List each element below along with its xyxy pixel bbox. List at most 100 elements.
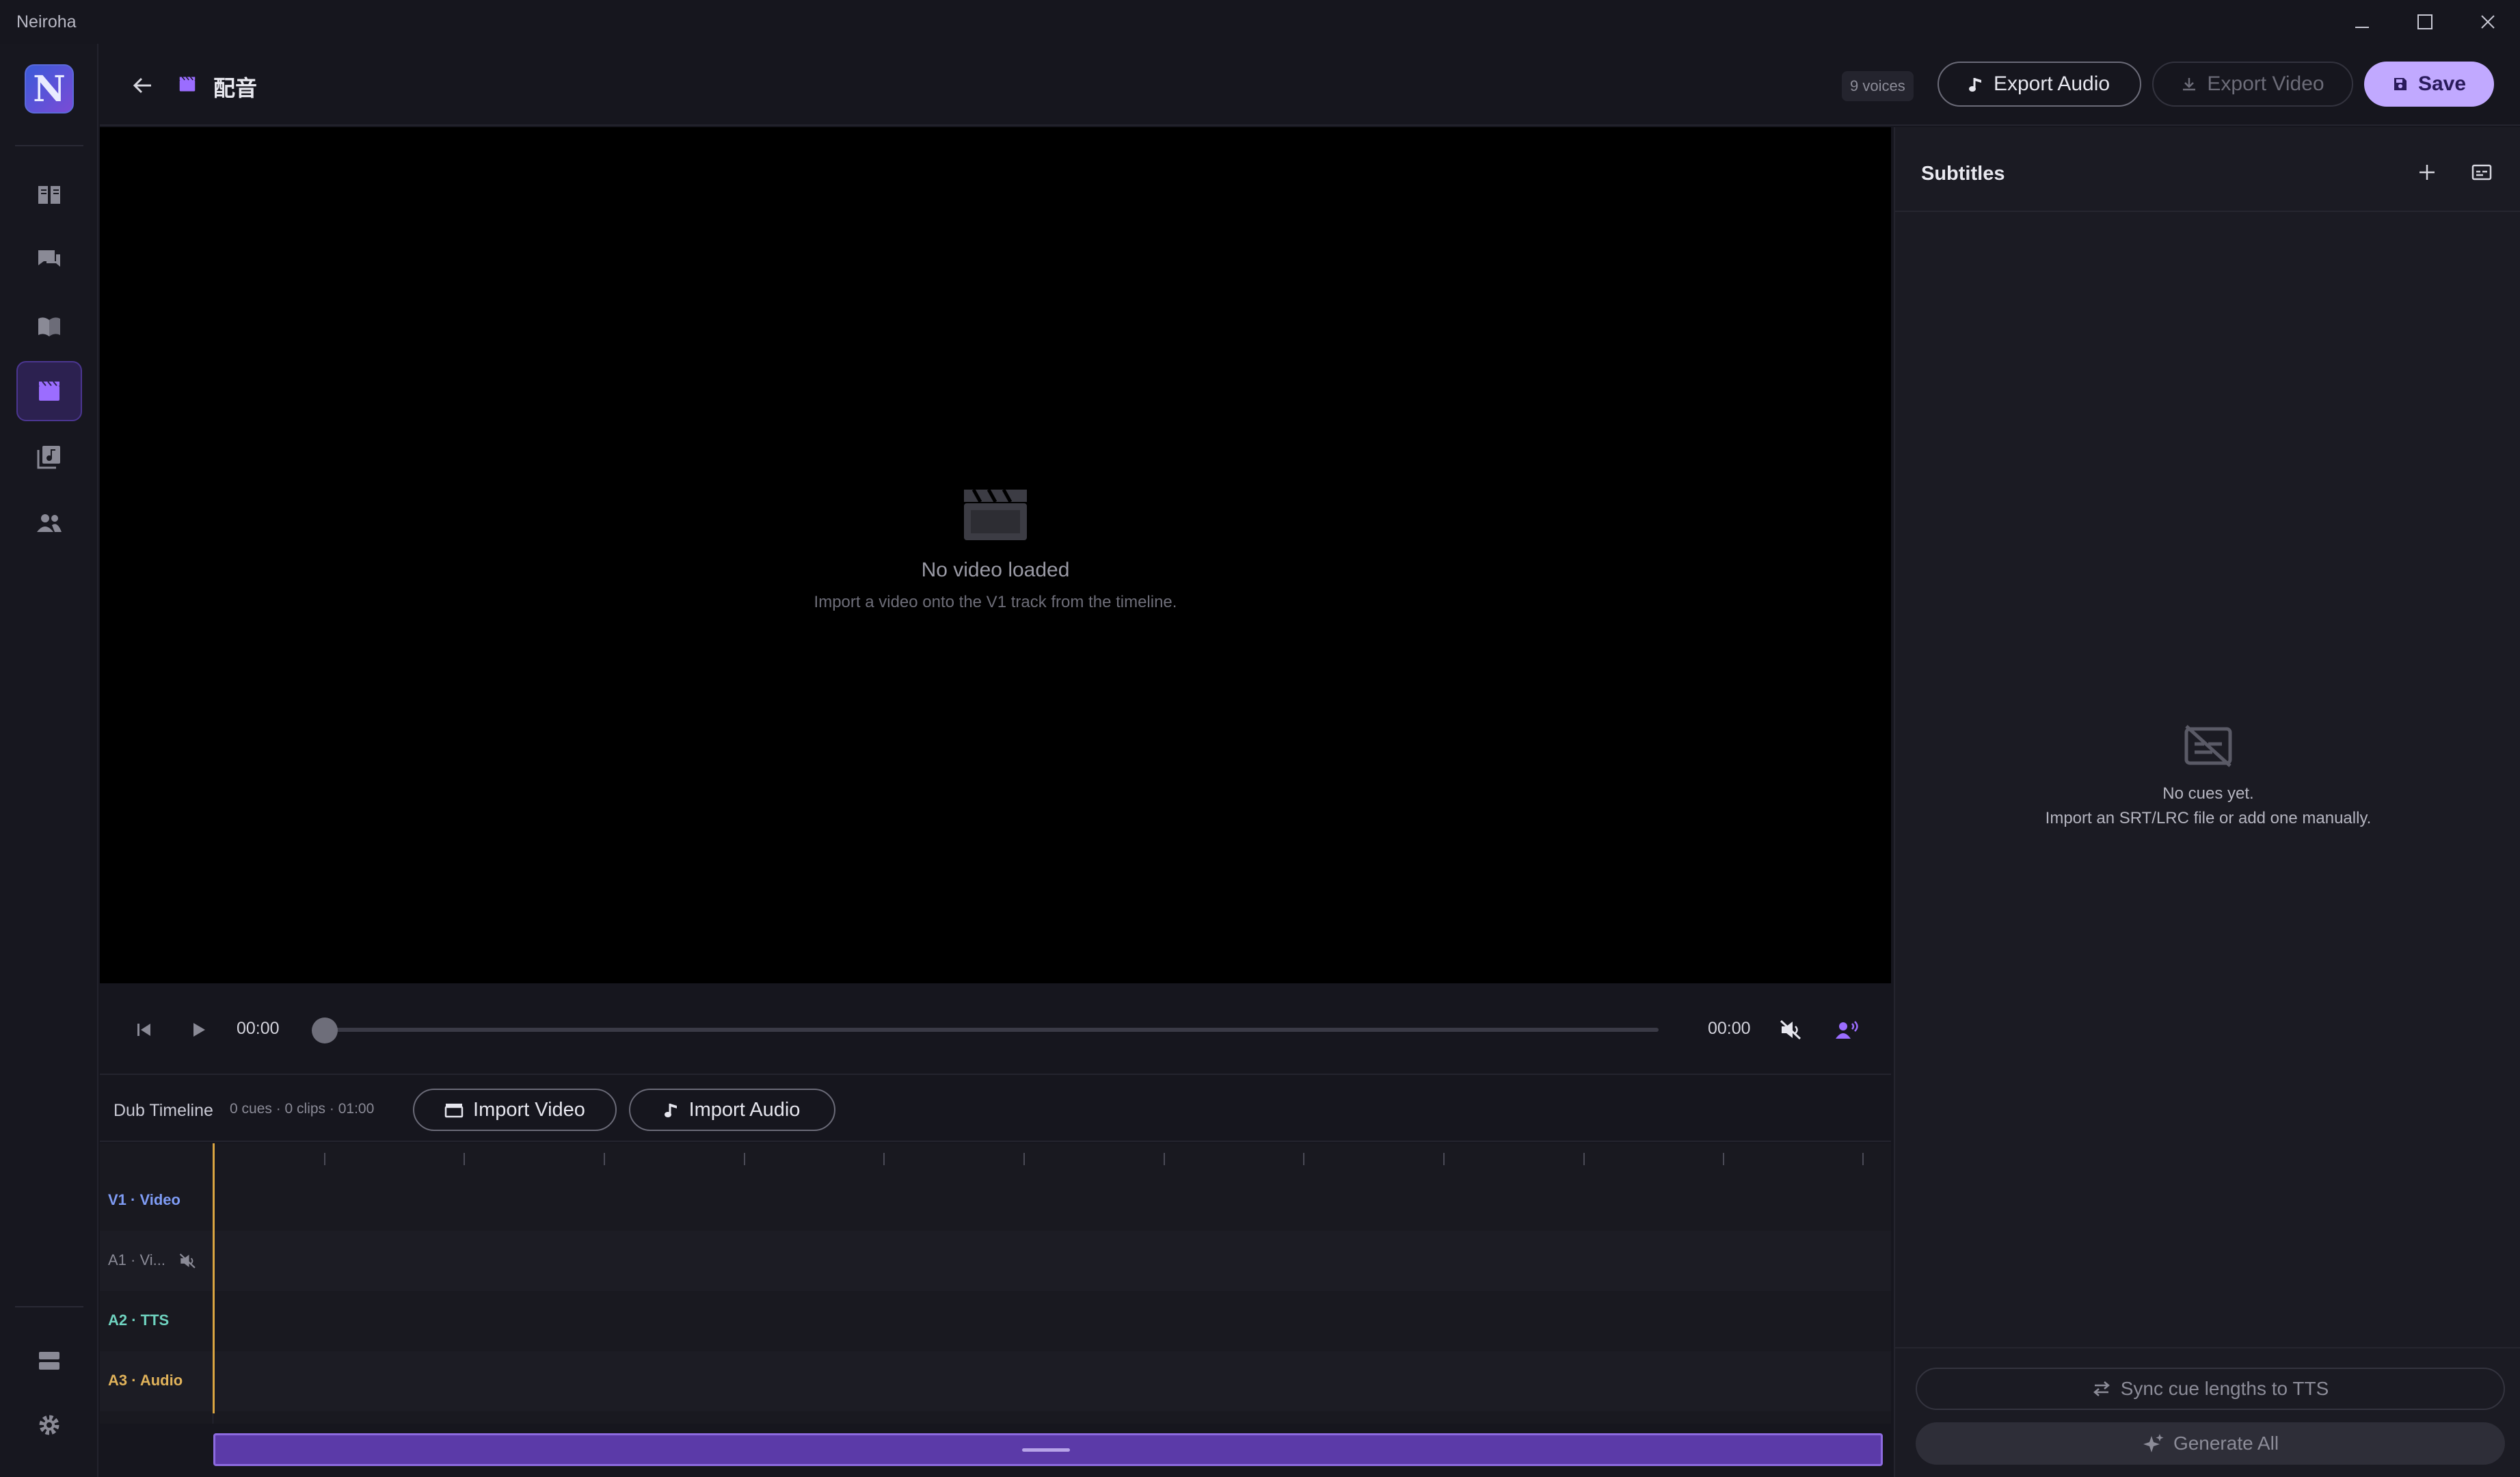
track-a2[interactable]: A2 · TTS [100,1291,1891,1351]
open-book-icon [38,317,60,336]
gear-icon [39,1415,59,1435]
sparkle-icon [2143,1434,2164,1452]
timeline-title: Dub Timeline [113,1101,213,1120]
track-a1[interactable]: A1 · Vi... [100,1231,1891,1291]
music-note-icon [664,1104,677,1117]
clapperboard-icon [39,381,59,401]
play-icon [193,1023,205,1037]
ruler-tick [1862,1153,1864,1165]
skip-to-start-button[interactable] [129,1015,159,1045]
ruler-tick [1443,1153,1445,1165]
seek-knob[interactable] [312,1017,338,1043]
subtitles-title: Subtitles [1921,163,2005,185]
ruler-tick [1164,1153,1165,1165]
clapperboard-outline-icon [964,488,1027,540]
music-note-icon [1968,78,1981,92]
ruler-tick [883,1153,885,1165]
play-button[interactable] [183,1015,213,1045]
add-cue-button[interactable] [2413,159,2441,186]
seek-bar[interactable] [325,1028,1659,1032]
save-icon [2394,78,2407,90]
maximize-button[interactable] [2401,5,2449,38]
chat-icon [38,250,60,267]
page-title: 配音 [213,75,258,101]
ruler-tick [324,1153,325,1165]
plus-icon [2420,165,2435,180]
scrollbar-grip[interactable] [1022,1448,1070,1452]
people-icon [37,514,62,532]
voice-over-icon [1836,1021,1858,1039]
minimize-icon [2355,27,2369,28]
timeline-tracks[interactable]: V1 · Video A1 · Vi... A2 · TTS A3 · Audi… [100,1143,1891,1466]
ruler-tick [1583,1153,1585,1165]
volume-off-icon [1780,1020,1801,1040]
import-subtitles-button[interactable] [2468,159,2495,186]
nav-item-settings[interactable] [16,1395,82,1455]
track-headers-divider [100,1143,213,1424]
track-v1[interactable]: V1 · Video [100,1171,1891,1231]
voice-toggle-button[interactable] [1832,1015,1862,1045]
timeline-meta: 0 cues · 0 clips · 01:00 [230,1101,375,1117]
close-window-button[interactable] [2464,5,2512,38]
no-video-hint: Import a video onto the V1 track from th… [814,593,1177,611]
ruler-tick [604,1153,605,1165]
music-library-icon [37,446,60,469]
current-time: 00:00 [237,1019,280,1038]
subtitles-off-icon [2184,725,2232,767]
no-cues-title: No cues yet. [2162,784,2254,803]
download-icon [2183,78,2196,91]
playhead[interactable] [213,1143,215,1413]
app-logo[interactable]: N [25,64,74,114]
timeline-ruler[interactable] [100,1143,1891,1171]
sync-cue-lengths-button[interactable]: Sync cue lengths to TTS [1916,1368,2505,1410]
nav-item-voices[interactable] [16,492,82,553]
book-icon [38,186,60,204]
clapperboard-icon [179,77,196,92]
save-button[interactable]: Save [2364,62,2494,107]
skip-back-icon [137,1024,150,1036]
title-bar: Neiroha [0,0,2520,44]
nav-item-stories[interactable] [16,295,82,356]
export-video-button[interactable]: Export Video [2152,62,2353,107]
ruler-tick [464,1153,465,1165]
generate-all-button[interactable]: Generate All [1916,1422,2505,1465]
import-audio-button[interactable]: Import Audio [629,1089,835,1131]
swap-icon [2093,1381,2110,1396]
timeline-header: Dub Timeline 0 cues · 0 clips · 01:00 Im… [100,1076,1891,1142]
rail-divider [15,145,83,146]
nav-item-library[interactable] [16,164,82,224]
timeline-scrollbar[interactable] [213,1433,1883,1466]
subtitles-panel: Subtitles No cues yet. Import an SRT/LRC… [1894,127,2520,1477]
mute-video-button[interactable] [1776,1015,1806,1045]
minimize-button[interactable] [2338,5,2386,38]
nav-item-dubbing[interactable] [16,361,82,421]
rail-divider-bottom [15,1306,83,1307]
ruler-tick [1723,1153,1724,1165]
no-cues-hint: Import an SRT/LRC file or add one manual… [2045,809,2372,827]
app-title: Neiroha [16,12,77,31]
back-button[interactable] [126,68,160,103]
arrow-left-icon [133,77,151,94]
export-audio-button[interactable]: Export Audio [1938,62,2141,107]
nav-item-storage[interactable] [16,1331,82,1391]
subtitles-icon [2471,164,2492,181]
nav-item-chat[interactable] [16,230,82,290]
ruler-tick [744,1153,745,1165]
close-icon [2481,15,2495,29]
import-video-button[interactable]: Import Video [413,1089,617,1131]
no-video-title: No video loaded [921,559,1070,581]
subtitles-empty-state: No cues yet. Import an SRT/LRC file or a… [1895,723,2520,828]
top-toolbar: 配音 9 voices Export Audio Export Video Sa… [100,44,2520,126]
nav-rail: N [0,44,98,1477]
nav-item-audio-library[interactable] [16,427,82,487]
subtitles-header: Subtitles [1895,127,2520,212]
total-time: 00:00 [1708,1019,1751,1038]
subtitles-footer: Sync cue lengths to TTS Generate All [1895,1347,2520,1477]
maximize-icon [2417,14,2432,29]
video-empty-state: No video loaded Import a video onto the … [100,485,1891,612]
voices-badge: 9 voices [1842,71,1914,101]
player-controls: 00:00 00:00 [100,985,1891,1075]
track-a3[interactable]: A3 · Audio [100,1351,1891,1411]
video-preview: No video loaded Import a video onto the … [100,127,1891,983]
ruler-tick [1303,1153,1304,1165]
